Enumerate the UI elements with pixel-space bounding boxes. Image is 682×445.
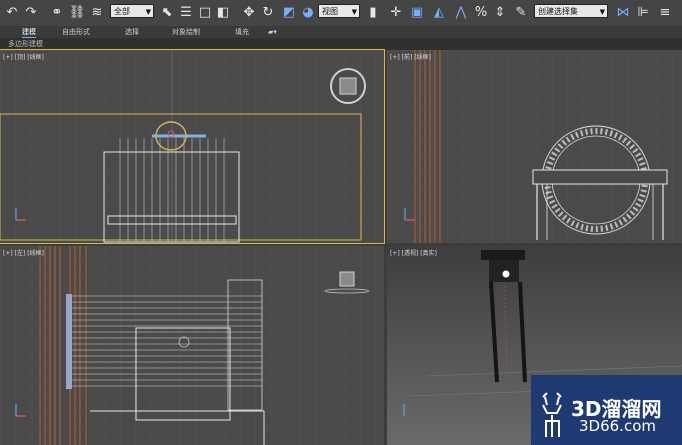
viewport-front-label[interactable]: [+] [前] [线框] [390,52,431,61]
main-toolbar: ↶ ↷ ⚭ ⛓ ≋ 全部 ▼ ⬉ ☰ □ ◧ ✥ ↻ ◩ ◕ 视图 ▼ ▮ ✛ ▣ … [0,0,682,27]
select-object-icon[interactable]: ⬉ [158,4,176,21]
tab-populate[interactable]: 填充 [235,27,249,37]
watermark-badge: 3D溜溜网 3D66.com [531,375,682,445]
viewport-top-label[interactable]: [+] [顶] [线框] [3,52,44,61]
undo-icon[interactable]: ↶ [3,4,21,21]
tab-modeling[interactable]: 建模 [22,27,36,38]
select-manipulate-icon[interactable]: ✛ [387,4,405,21]
ribbon-panel: 多边形建模 [0,38,682,50]
ribbon-toggle-icon[interactable]: ▰▾ [268,27,277,37]
selection-filter-dropdown[interactable]: 全部 ▼ [110,4,154,18]
chevron-down-icon: ▼ [599,8,605,16]
select-by-name-icon[interactable]: ☰ [177,4,195,21]
chevron-down-icon: ▼ [145,8,151,16]
reference-coord-dropdown[interactable]: 视图 ▼ [318,4,360,18]
named-selection-value: 创建选择集 [538,7,578,16]
snap-toggle-icon[interactable]: ◭ [430,4,448,21]
viewport-left-label[interactable]: [+] [左] [线框] [3,248,44,257]
window-crossing-icon[interactable]: ◧ [214,4,232,21]
selection-filter-value: 全部 [114,7,130,16]
edit-named-sel-icon[interactable]: ✎ [512,4,530,21]
unlink-icon[interactable]: ⛓ [68,4,86,21]
rotate-icon[interactable]: ↻ [259,4,277,21]
viewport-perspective-label[interactable]: [+] [透视] [真实] [390,248,437,257]
ribbon-tabs: 建模 自由形式 选择 对象绘制 填充 ▰▾ [0,26,682,38]
ribbon-panel-label: 多边形建模 [8,40,43,48]
viewport-top[interactable]: [+] [顶] [线框] [0,49,385,244]
chevron-down-icon: ▼ [351,8,357,16]
watermark-url: 3D66.com [579,417,656,435]
rect-selection-icon[interactable]: □ [196,4,214,21]
link-icon[interactable]: ⚭ [48,4,66,21]
bind-spacewarp-icon[interactable]: ≋ [88,4,106,21]
tab-freeform[interactable]: 自由形式 [62,27,90,37]
percent-snap-icon[interactable]: % [472,4,490,21]
mirror-icon[interactable]: ⋈ [614,4,632,21]
redo-icon[interactable]: ↷ [22,4,40,21]
place-icon[interactable]: ◕ [299,4,317,21]
layer-manager-icon[interactable]: ≡ [656,4,674,21]
reference-coord-value: 视图 [322,7,338,16]
viewport-front[interactable]: [+] [前] [线框] [387,50,682,243]
viewport-left-canvas [0,246,384,445]
named-selection-dropdown[interactable]: 创建选择集 ▼ [534,4,608,18]
viewport-top-canvas [0,50,384,243]
align-icon[interactable]: ⊫ [634,4,652,21]
scale-icon[interactable]: ◩ [280,4,298,21]
spinner-snap-icon[interactable]: ⇕ [491,4,509,21]
deer-logo-icon [542,392,562,437]
pivot-center-icon[interactable]: ▮ [364,4,382,21]
move-icon[interactable]: ✥ [240,4,258,21]
tab-selection[interactable]: 选择 [125,27,139,37]
viewport-front-canvas [387,50,682,243]
keyboard-shortcut-icon[interactable]: ▣ [408,4,426,21]
tab-object-paint[interactable]: 对象绘制 [172,27,200,37]
viewport-left[interactable]: [+] [左] [线框] [0,246,384,445]
angle-snap-icon[interactable]: ⋀ [452,4,470,21]
